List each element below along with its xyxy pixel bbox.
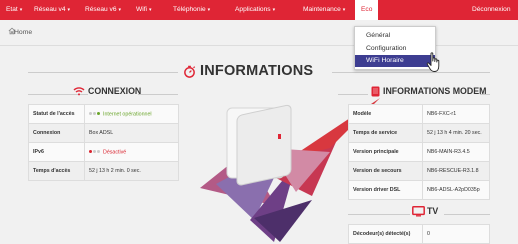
table-row: Temps de service 52 j 13 h 4 min. 20 sec. bbox=[348, 123, 490, 143]
caret-down-icon: ▾ bbox=[19, 7, 23, 13]
row-value: NB6-RESCUE-R3.1.8 bbox=[422, 161, 490, 181]
nav-item-telephonie[interactable]: Téléphonie ▾ bbox=[173, 0, 210, 20]
row-key: Version de secours bbox=[348, 161, 423, 181]
modem-title: INFORMATIONS MODEM bbox=[383, 86, 487, 96]
tv-table: Décodeur(s) détecté(s) 0 bbox=[348, 224, 490, 244]
dropdown-item-general[interactable]: Général bbox=[355, 30, 435, 42]
caret-down-icon: ▾ bbox=[207, 7, 211, 13]
nav-item-wifi[interactable]: Wifi ▾ bbox=[136, 0, 152, 20]
divider bbox=[338, 94, 368, 95]
row-value: Internet opérationnel bbox=[84, 104, 179, 124]
connexion-title: CONNEXION bbox=[88, 86, 142, 96]
breadcrumb-home[interactable]: Home bbox=[14, 20, 32, 46]
dropdown-item-wifi-horaire[interactable]: WiFi Horaire bbox=[355, 55, 435, 67]
caret-down-icon: ▾ bbox=[149, 7, 152, 13]
divider bbox=[28, 72, 178, 73]
logout-link[interactable]: Déconnexion bbox=[472, 0, 511, 20]
status-dots bbox=[89, 111, 101, 117]
row-key: Modèle bbox=[348, 104, 423, 124]
status-dots bbox=[89, 149, 101, 155]
ipv6-status: Désactivé bbox=[103, 149, 127, 156]
row-value: 52 j 13 h 2 min. 0 sec. bbox=[84, 161, 179, 181]
dropdown-item-configuration[interactable]: Configuration bbox=[355, 43, 435, 55]
caret-down-icon: ▾ bbox=[342, 7, 346, 13]
nav-item-etat[interactable]: Etat ▾ bbox=[6, 0, 22, 20]
row-value: NB6-ADSL-A2pD035p bbox=[422, 180, 490, 200]
eco-dropdown-menu: Général Configuration WiFi Horaire bbox=[354, 26, 436, 70]
table-row: Version principale NB6-MAIN-R3.4.5 bbox=[348, 142, 490, 162]
row-key: Connexion bbox=[28, 123, 85, 143]
row-value: Box ADSL bbox=[84, 123, 179, 143]
row-value: Désactivé bbox=[84, 142, 179, 162]
row-value: NB6-MAIN-R3.4.5 bbox=[422, 142, 490, 162]
caret-down-icon: ▾ bbox=[67, 7, 71, 13]
table-row: Modèle NB6-FXC-r1 bbox=[348, 104, 490, 124]
caret-down-icon: ▾ bbox=[272, 7, 276, 13]
row-value: 0 bbox=[422, 224, 490, 244]
stopwatch-icon bbox=[184, 65, 196, 78]
row-key: Décodeur(s) détecté(s) bbox=[348, 224, 423, 244]
row-key: IPv6 bbox=[28, 142, 85, 162]
row-key: Temps de service bbox=[348, 123, 423, 143]
caret-down-icon: ▾ bbox=[118, 7, 122, 13]
access-status: Internet opérationnel bbox=[103, 111, 152, 118]
modem-icon bbox=[371, 86, 380, 97]
connexion-table: Statut de l'accès Internet opérationnel … bbox=[28, 104, 179, 181]
top-navbar: Etat ▾ Réseau v4 ▾ Réseau v6 ▾ Wifi ▾ Téléph… bbox=[0, 0, 518, 20]
table-row: Version de secours NB6-RESCUE-R3.1.8 bbox=[348, 161, 490, 181]
divider bbox=[332, 72, 490, 73]
tv-title: TV bbox=[427, 206, 439, 216]
nav-item-eco[interactable]: Eco bbox=[355, 0, 379, 20]
nav-item-applications[interactable]: Applications ▾ bbox=[235, 0, 275, 20]
row-key: Temps d'accès bbox=[28, 161, 85, 181]
hand-cursor-icon bbox=[426, 52, 440, 72]
nav-item-maintenance[interactable]: Maintenance ▾ bbox=[303, 0, 345, 20]
row-key: Statut de l'accès bbox=[28, 104, 85, 124]
table-row: IPv6 Désactivé bbox=[28, 142, 179, 162]
wifi-icon bbox=[73, 87, 85, 96]
divider bbox=[138, 94, 178, 95]
table-row: Statut de l'accès Internet opérationnel bbox=[28, 104, 179, 124]
divider bbox=[444, 214, 490, 215]
row-value: NB6-FXC-r1 bbox=[422, 104, 490, 124]
table-row: Version driver DSL NB6-ADSL-A2pD035p bbox=[348, 180, 490, 200]
page-title: INFORMATIONS bbox=[200, 63, 314, 79]
tv-icon bbox=[412, 206, 425, 217]
row-key: Version principale bbox=[348, 142, 423, 162]
row-value: 52 j 13 h 4 min. 20 sec. bbox=[422, 123, 490, 143]
table-row: Décodeur(s) détecté(s) 0 bbox=[348, 224, 490, 244]
table-row: Connexion Box ADSL bbox=[28, 123, 179, 143]
breadcrumb: Home bbox=[0, 20, 518, 46]
modem-table: Modèle NB6-FXC-r1 Temps de service 52 j 13… bbox=[348, 104, 490, 200]
nav-item-reseau-v4[interactable]: Réseau v4 ▾ bbox=[34, 0, 70, 20]
table-row: Temps d'accès 52 j 13 h 2 min. 0 sec. bbox=[28, 161, 179, 181]
divider bbox=[348, 214, 410, 215]
nav-item-reseau-v6[interactable]: Réseau v6 ▾ bbox=[85, 0, 121, 20]
row-key: Version driver DSL bbox=[348, 180, 423, 200]
